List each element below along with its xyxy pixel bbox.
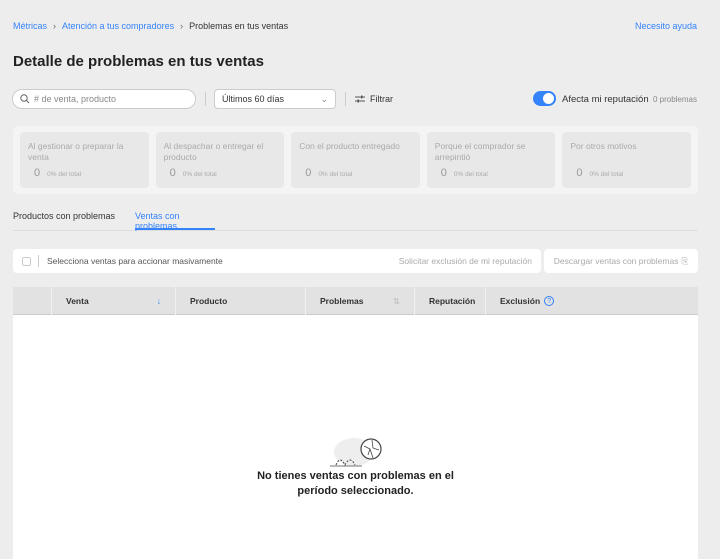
summary-card: Al despachar o entregar el producto 0 0% d…	[155, 132, 285, 188]
search-placeholder: # de venta, producto	[34, 94, 117, 104]
tabs: Productos con problemas Ventas con probl…	[13, 211, 698, 231]
search-input[interactable]: # de venta, producto	[12, 89, 196, 109]
tab-ventas[interactable]: Ventas con problemas	[135, 211, 215, 231]
card-pct: 0% del total	[589, 171, 624, 178]
column-label: Exclusión	[500, 296, 541, 306]
card-value: 0	[169, 167, 176, 179]
card-label: Al gestionar o preparar la venta	[28, 141, 124, 162]
column-label: Producto	[190, 296, 228, 306]
chevron-right-icon: ›	[53, 21, 57, 31]
summary-card: Porque el comprador se arrepintió 0 0% del…	[426, 132, 556, 188]
column-reputacion: Reputación	[414, 287, 485, 315]
card-label: Con el producto entregado	[299, 141, 400, 151]
column-label: Problemas	[320, 296, 364, 306]
search-icon	[20, 94, 30, 104]
card-pct: 0% del total	[182, 171, 217, 178]
filter-icon	[355, 95, 365, 103]
column-producto: Producto	[175, 287, 305, 315]
column-label: Venta	[66, 296, 89, 306]
divider	[38, 255, 39, 267]
page-title: Detalle de problemas en tus ventas	[13, 53, 264, 70]
bulk-label: Selecciona ventas para accionar masivame…	[47, 256, 223, 266]
empty-state-message: No tienes ventas con problemas en el per…	[13, 469, 698, 499]
card-value: 0	[440, 167, 447, 179]
summary-card: Con el producto entregado 0 0% del total	[291, 132, 420, 188]
help-icon[interactable]: ?	[544, 296, 555, 306]
summary-cards: Al gestionar o preparar la venta 0 0% del …	[13, 126, 698, 194]
breadcrumb-current: Problemas en tus ventas	[189, 21, 289, 31]
breadcrumb-atencion[interactable]: Atención a tus compradores	[62, 21, 174, 31]
sort-icon[interactable]: ⇅	[393, 296, 400, 307]
sort-down-icon[interactable]: ↓	[157, 296, 161, 306]
card-value: 0	[576, 167, 583, 179]
empty-line-2: período seleccionado.	[297, 485, 414, 497]
card-value: 0	[305, 167, 312, 179]
column-venta[interactable]: Venta ↓	[51, 287, 175, 315]
period-value: Últimos 60 días	[222, 94, 285, 104]
filter-label: Filtrar	[370, 94, 393, 104]
column-exclusion: Exclusión?	[485, 287, 698, 315]
reputation-toggle[interactable]	[533, 91, 556, 106]
column-label: Reputación	[429, 296, 476, 306]
filter-button[interactable]: Filtrar	[355, 94, 393, 104]
empty-state-illustration-icon	[330, 438, 382, 467]
tab-productos[interactable]: Productos con problemas	[13, 211, 115, 230]
help-link[interactable]: Necesito ayuda	[635, 21, 697, 31]
request-exclusion-button[interactable]: Solicitar exclusión de mi reputación	[399, 256, 532, 266]
problem-count: 0 problemas	[652, 95, 697, 104]
select-all-checkbox[interactable]	[22, 256, 31, 266]
reputation-toggle-label: Afecta mi reputación	[562, 94, 649, 105]
bulk-action-bar: Selecciona ventas para accionar masivame…	[13, 249, 541, 273]
chevron-right-icon: ›	[180, 21, 184, 31]
download-label: Descargar ventas con problemas	[553, 256, 679, 266]
breadcrumb-metricas[interactable]: Métricas	[13, 21, 47, 31]
card-value: 0	[34, 167, 41, 179]
divider	[345, 92, 346, 106]
summary-card: Por otros motivos 0 0% del total	[562, 132, 691, 188]
download-file-icon: ⎘	[681, 255, 689, 266]
breadcrumb: Métricas › Atención a tus compradores › Pr…	[13, 21, 288, 31]
card-label: Al despachar o entregar el producto	[163, 141, 264, 162]
card-label: Por otros motivos	[570, 141, 637, 151]
table-header: Venta ↓ Producto Problemas ⇅ Reputación Ex…	[13, 287, 698, 315]
chevron-down-icon: ⌄	[320, 93, 328, 104]
card-pct: 0% del total	[47, 171, 82, 178]
column-problemas[interactable]: Problemas ⇅	[305, 287, 414, 315]
empty-line-1: No tienes ventas con problemas en el	[257, 470, 454, 482]
card-pct: 0% del total	[453, 171, 488, 178]
card-pct: 0% del total	[318, 171, 353, 178]
divider	[205, 92, 206, 106]
summary-card: Al gestionar o preparar la venta 0 0% del …	[20, 132, 149, 188]
period-select[interactable]: Últimos 60 días ⌄	[214, 89, 336, 109]
download-button[interactable]: Descargar ventas con problemas ⎘	[544, 249, 698, 273]
card-label: Porque el comprador se arrepintió	[434, 141, 526, 162]
